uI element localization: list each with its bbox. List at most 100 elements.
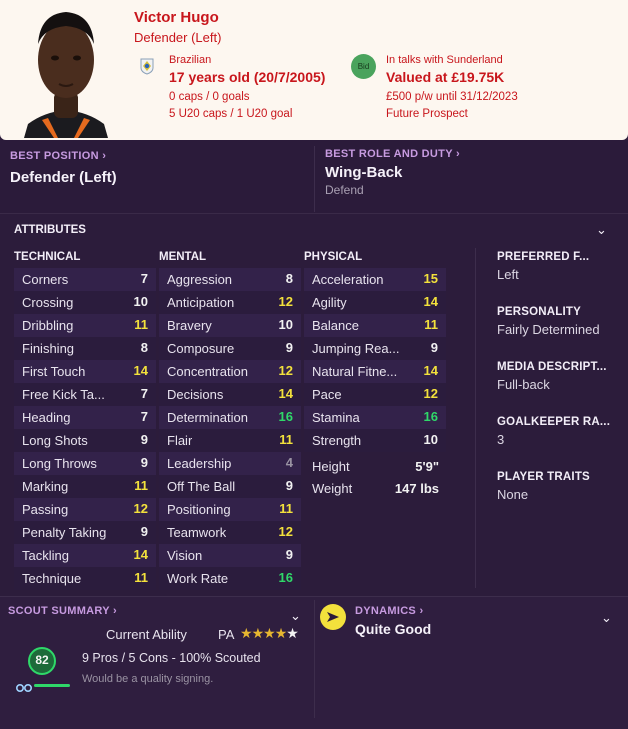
attribute-row[interactable]: Jumping Rea... 9 bbox=[304, 337, 446, 360]
attribute-row[interactable]: Positioning 11 bbox=[159, 498, 301, 521]
attribute-row[interactable]: Natural Fitne... 14 bbox=[304, 360, 446, 383]
attribute-value: 9 bbox=[430, 340, 438, 355]
chevron-right-icon: › bbox=[419, 605, 424, 617]
player-traits-label: PLAYER TRAITS bbox=[497, 471, 590, 483]
attribute-row[interactable]: Long Shots 9 bbox=[14, 429, 156, 452]
scout-summary-title: SCOUT SUMMARY bbox=[8, 605, 110, 617]
best-position-link[interactable]: BEST POSITION › bbox=[10, 150, 106, 162]
attribute-row[interactable]: Corners 7 bbox=[14, 268, 156, 291]
star-icon: ★ bbox=[251, 625, 265, 641]
attribute-value: 14 bbox=[278, 386, 293, 401]
attribute-row[interactable]: Balance 11 bbox=[304, 314, 446, 337]
attribute-row[interactable]: Off The Ball 9 bbox=[159, 475, 301, 498]
attribute-name: Teamwork bbox=[167, 525, 227, 540]
attribute-value: 10 bbox=[133, 294, 148, 309]
attribute-row[interactable]: Anticipation 12 bbox=[159, 291, 301, 314]
star-icon: ★ bbox=[274, 625, 288, 641]
attribute-row[interactable]: Penalty Taking 9 bbox=[14, 521, 156, 544]
attribute-name: Natural Fitne... bbox=[312, 364, 398, 379]
attribute-value: 14 bbox=[423, 294, 438, 309]
divider bbox=[314, 146, 315, 212]
attribute-value: 12 bbox=[423, 386, 438, 401]
attribute-value: 14 bbox=[133, 363, 148, 378]
scout-verdict: Would be a quality signing. bbox=[82, 673, 214, 685]
bid-badge[interactable]: Bid bbox=[351, 54, 376, 79]
attribute-value: 7 bbox=[140, 271, 148, 286]
attribute-row[interactable]: Long Throws 9 bbox=[14, 452, 156, 475]
attribute-row[interactable]: Passing 12 bbox=[14, 498, 156, 521]
preferred-foot-label: PREFERRED F... bbox=[497, 251, 590, 263]
attribute-value: 12 bbox=[278, 524, 293, 539]
attribute-name: Crossing bbox=[22, 295, 74, 310]
media-description-value: Full-back bbox=[497, 377, 550, 392]
attribute-row[interactable]: Dribbling 11 bbox=[14, 314, 156, 337]
height-label: Height bbox=[312, 459, 350, 474]
physical-title: PHYSICAL bbox=[304, 251, 363, 263]
attribute-row[interactable]: Concentration 12 bbox=[159, 360, 301, 383]
attribute-row[interactable]: Flair 11 bbox=[159, 429, 301, 452]
attribute-value: 12 bbox=[278, 363, 293, 378]
attribute-row[interactable]: Technique 11 bbox=[14, 567, 156, 590]
attribute-name: Free Kick Ta... bbox=[22, 387, 105, 402]
attribute-row[interactable]: Heading 7 bbox=[14, 406, 156, 429]
attribute-name: Tackling bbox=[22, 548, 69, 563]
scout-summary-text: 9 Pros / 5 Cons - 100% Scouted bbox=[82, 651, 261, 665]
attribute-row[interactable]: Work Rate 16 bbox=[159, 567, 301, 590]
attribute-row[interactable]: Pace 12 bbox=[304, 383, 446, 406]
player-value: Valued at £19.75K bbox=[386, 69, 505, 85]
attribute-row[interactable]: Free Kick Ta... 7 bbox=[14, 383, 156, 406]
attribute-row[interactable]: Decisions 14 bbox=[159, 383, 301, 406]
attribute-row[interactable]: Marking 11 bbox=[14, 475, 156, 498]
attribute-row[interactable]: Agility 14 bbox=[304, 291, 446, 314]
goalkeeper-rating: GOALKEEPER RA... 3 bbox=[497, 416, 621, 447]
attribute-name: Determination bbox=[167, 410, 248, 425]
attribute-row[interactable]: Teamwork 12 bbox=[159, 521, 301, 544]
attribute-value: 9 bbox=[285, 340, 293, 355]
attribute-row[interactable]: Finishing 8 bbox=[14, 337, 156, 360]
attribute-value: 10 bbox=[278, 317, 293, 332]
player-photo bbox=[14, 0, 118, 138]
attribute-row[interactable]: Leadership 4 bbox=[159, 452, 301, 475]
best-position-label: BEST POSITION bbox=[10, 150, 99, 162]
chevron-down-icon[interactable]: ⌄ bbox=[290, 608, 301, 624]
attribute-value: 9 bbox=[140, 524, 148, 539]
attribute-value: 12 bbox=[278, 294, 293, 309]
attribute-name: Long Shots bbox=[22, 433, 88, 448]
attribute-row[interactable]: Strength 10 bbox=[304, 429, 446, 452]
attribute-row[interactable]: Determination 16 bbox=[159, 406, 301, 429]
attribute-row[interactable]: Acceleration 15 bbox=[304, 268, 446, 291]
attribute-row[interactable]: Bravery 10 bbox=[159, 314, 301, 337]
potential-ability-label: PA bbox=[218, 627, 235, 642]
attribute-value: 11 bbox=[134, 570, 148, 585]
attribute-row[interactable]: Vision 9 bbox=[159, 544, 301, 567]
transfer-status: In talks with Sunderland bbox=[386, 54, 503, 66]
attribute-value: 8 bbox=[140, 340, 148, 355]
chevron-down-icon[interactable]: ⌄ bbox=[596, 222, 607, 238]
best-role-duty: Defend bbox=[325, 183, 364, 197]
attribute-row[interactable]: Tackling 14 bbox=[14, 544, 156, 567]
pa-stars: ★★★★★ bbox=[240, 625, 299, 642]
player-age: 17 years old (20/7/2005) bbox=[169, 69, 326, 85]
chevron-down-icon[interactable]: ⌄ bbox=[601, 610, 612, 626]
attribute-row[interactable]: First Touch 14 bbox=[14, 360, 156, 383]
personality-label: PERSONALITY bbox=[497, 306, 581, 318]
dynamics-value: Quite Good bbox=[355, 621, 432, 637]
attribute-name: Long Throws bbox=[22, 456, 97, 471]
attribute-name: Marking bbox=[22, 479, 69, 494]
preferred-foot-value: Left bbox=[497, 267, 519, 282]
attribute-value: 10 bbox=[423, 432, 438, 447]
attribute-row[interactable]: Crossing 10 bbox=[14, 291, 156, 314]
best-role-link[interactable]: BEST ROLE AND DUTY › bbox=[325, 148, 460, 160]
attribute-row[interactable]: Aggression 8 bbox=[159, 268, 301, 291]
attribute-row[interactable]: Stamina 16 bbox=[304, 406, 446, 429]
attribute-row[interactable]: Composure 9 bbox=[159, 337, 301, 360]
nationality: Brazilian bbox=[169, 54, 212, 66]
attribute-value: 9 bbox=[140, 455, 148, 470]
technical-title: TECHNICAL bbox=[14, 251, 81, 263]
attribute-name: Finishing bbox=[22, 341, 75, 356]
dynamics-link[interactable]: DYNAMICS › bbox=[355, 605, 423, 617]
attribute-value: 9 bbox=[285, 478, 293, 493]
player-header: Victor Hugo Defender (Left) Brazilian 17… bbox=[0, 0, 628, 140]
scout-summary-link[interactable]: SCOUT SUMMARY › bbox=[8, 605, 117, 617]
player-traits: PLAYER TRAITS None bbox=[497, 471, 621, 502]
